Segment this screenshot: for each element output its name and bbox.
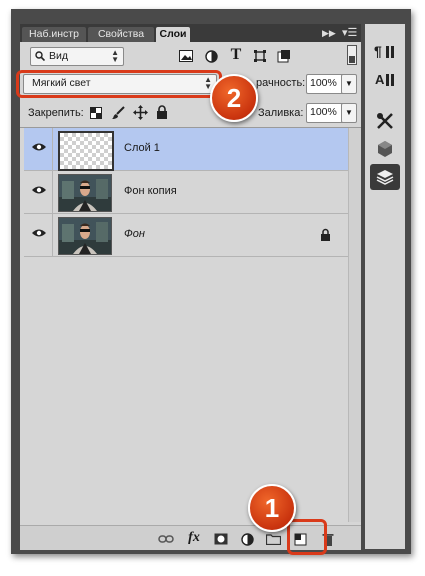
filter-type-icon[interactable]: T [228,46,244,63]
opacity-label: рачность: [256,77,306,89]
filter-kind-label: Вид [49,50,68,62]
svg-text:A: A [375,72,385,87]
layers-scrollbar[interactable] [348,128,361,522]
opacity-dropdown[interactable]: ▼ [341,74,357,94]
new-layer-highlight [287,519,327,555]
opacity-input[interactable]: 100% [306,74,344,94]
filter-toggle-switch[interactable] [345,45,359,65]
paragraph-styles-icon[interactable]: ¶ [370,38,400,64]
stepper-arrows-icon: ▲ ▼ [111,48,119,64]
layer-thumbnail-photo [58,174,112,212]
eye-icon[interactable] [32,142,46,152]
mask-icon[interactable] [213,531,229,547]
filter-pixel-icon[interactable] [178,48,194,64]
layer-thumbnail-transparent [58,131,114,171]
lock-transparent-icon[interactable] [88,105,104,121]
filter-smart-object-icon[interactable] [276,48,292,64]
layer-row-background-copy[interactable]: Фон копия [24,171,348,214]
eye-icon[interactable] [32,228,46,238]
panel-tab-bar: Наб.инстр Свойства Слои ▶▶ ▾☰ [20,24,361,42]
layer-name[interactable]: Фон [124,228,145,240]
visibility-cell[interactable] [24,214,53,256]
fill-label: Заливка: [258,107,304,119]
character-styles-icon[interactable]: A [370,66,400,92]
collapse-icon[interactable]: ▶▶ [322,28,336,39]
fill-dropdown[interactable]: ▼ [341,103,357,123]
fx-icon[interactable]: fx [186,530,202,546]
callout-1: 1 [248,484,296,532]
lock-move-icon[interactable] [132,104,148,120]
layer-row-background[interactable]: Фон [24,214,348,257]
fill-value: 100% [310,106,337,118]
callout-2: 2 [210,74,258,122]
layers-icon[interactable] [370,164,400,190]
tab-tool-presets[interactable]: Наб.инстр [22,27,86,42]
filter-adjustment-icon[interactable] [203,48,219,64]
3d-icon[interactable] [370,136,400,162]
lock-brush-icon[interactable] [110,105,126,121]
layer-row-layer1[interactable]: Слой 1 [24,128,348,171]
adjustment-icon[interactable] [239,531,255,547]
folder-icon[interactable] [265,531,281,547]
fill-input[interactable]: 100% [306,103,344,123]
eye-icon[interactable] [32,185,46,195]
right-dock: ¶ A [365,24,405,549]
visibility-cell[interactable] [24,171,53,213]
tab-layers[interactable]: Слои [156,27,190,42]
tools-icon[interactable] [370,108,400,134]
visibility-cell[interactable] [24,128,53,170]
svg-text:¶: ¶ [374,43,382,59]
blend-mode-highlight [16,70,222,98]
layer-name[interactable]: Фон копия [124,185,177,197]
lock-label: Закрепить: [28,107,84,119]
tab-properties[interactable]: Свойства [88,27,154,42]
link-icon[interactable] [158,531,174,547]
chevron-down-icon: ▼ [345,79,353,88]
panel-menu-icon[interactable]: ▾☰ [342,26,357,39]
search-icon [35,51,45,61]
filter-shape-icon[interactable] [252,48,268,64]
layer-name[interactable]: Слой 1 [124,142,160,154]
opacity-value: 100% [310,77,337,89]
chevron-down-icon: ▼ [345,108,353,117]
lock-all-icon[interactable] [154,104,170,120]
filter-kind-select[interactable]: Вид ▲ ▼ [30,47,124,66]
lock-icon [321,228,330,241]
layer-thumbnail-photo [58,217,112,255]
